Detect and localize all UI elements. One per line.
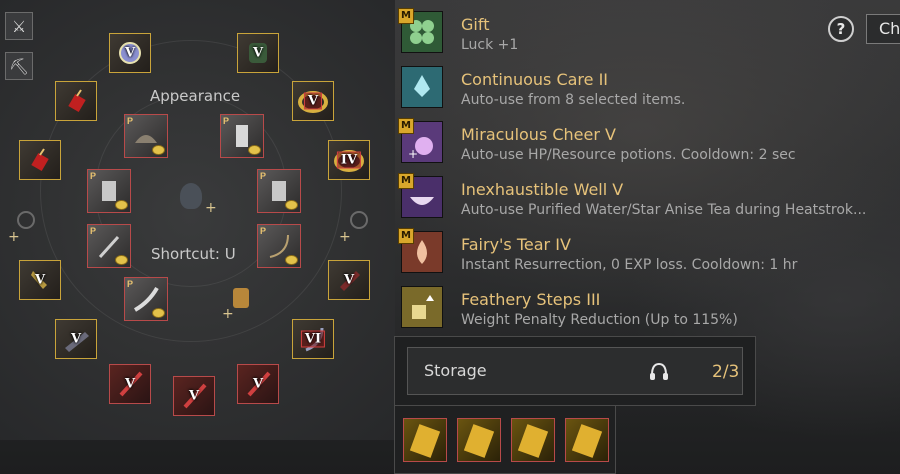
tier-label: V bbox=[124, 376, 136, 392]
m-badge: M bbox=[398, 228, 414, 244]
quick-slot-2[interactable] bbox=[457, 418, 501, 462]
tier-label: V bbox=[343, 272, 355, 288]
quick-slot-4[interactable] bbox=[565, 418, 609, 462]
backpack-icon[interactable] bbox=[233, 288, 249, 308]
slot-weapon-bottom-right[interactable]: V bbox=[237, 364, 279, 404]
buff-desc: Weight Penalty Reduction (Up to 115%) bbox=[461, 312, 738, 328]
appearance-label: Appearance bbox=[150, 87, 241, 105]
coin-icon bbox=[248, 145, 261, 155]
slot-earring-left[interactable] bbox=[55, 81, 97, 121]
character-silhouette-icon bbox=[180, 183, 202, 209]
slot-necklace-top[interactable]: V bbox=[109, 33, 151, 73]
coin-icon bbox=[152, 308, 165, 318]
inner-bow[interactable]: P bbox=[257, 224, 301, 268]
slot-bow-right[interactable]: VI bbox=[292, 319, 334, 359]
tier-label: IV bbox=[336, 151, 362, 169]
scroll-icon bbox=[409, 424, 441, 458]
buff-row-feathery-steps[interactable]: Feathery Steps III Weight Penalty Reduct… bbox=[393, 275, 900, 330]
buff-row-continuous-care[interactable]: Continuous Care II Auto-use from 8 selec… bbox=[393, 55, 900, 110]
tier-label: V bbox=[303, 92, 323, 110]
coin-icon bbox=[115, 255, 128, 265]
right-marker-icon: + bbox=[339, 229, 351, 245]
coin-icon bbox=[285, 255, 298, 265]
inner-hat[interactable]: P bbox=[124, 114, 168, 158]
buff-row-fairys-tear[interactable]: M Fairy's Tear IV Instant Resurrection, … bbox=[393, 220, 900, 275]
buff-title: Continuous Care II bbox=[461, 70, 609, 89]
crossed-swords-icon: ⚔ bbox=[11, 16, 27, 36]
left-socket-icon bbox=[17, 211, 35, 229]
tier-label: V bbox=[188, 388, 200, 404]
weight-icon bbox=[401, 286, 443, 328]
coin-icon bbox=[115, 200, 128, 210]
fairy-icon bbox=[401, 66, 443, 108]
headset-icon bbox=[650, 362, 668, 380]
buff-title: Fairy's Tear IV bbox=[461, 235, 571, 254]
slot-armor-top[interactable]: V bbox=[237, 33, 279, 73]
tier-label: V bbox=[252, 376, 264, 392]
buff-row-inexhaustible-well[interactable]: M Inexhaustible Well V Auto-use Purified… bbox=[393, 165, 900, 220]
center-marker-icon: + bbox=[205, 200, 217, 216]
inner-outfit-left[interactable]: P bbox=[87, 169, 131, 213]
slot-ring-right[interactable]: IV bbox=[328, 140, 370, 180]
buff-desc: Auto-use Purified Water/Star Anise Tea d… bbox=[461, 202, 867, 218]
buff-desc: Luck +1 bbox=[461, 37, 519, 53]
earring-icon bbox=[56, 82, 96, 120]
tier-label: V bbox=[70, 331, 82, 347]
right-socket-icon bbox=[350, 211, 368, 229]
tier-label: VI bbox=[300, 330, 326, 348]
buff-title: Feathery Steps III bbox=[461, 290, 601, 309]
storage-panel: Storage 2/3 bbox=[394, 336, 756, 406]
buff-title: Inexhaustible Well V bbox=[461, 180, 624, 199]
tier-label: V bbox=[34, 272, 46, 288]
quick-slot-1[interactable] bbox=[403, 418, 447, 462]
m-badge: M bbox=[398, 173, 414, 189]
tier-label: V bbox=[252, 45, 264, 61]
buff-title: Miraculous Cheer V bbox=[461, 125, 616, 144]
pickaxe-icon: ⛏ bbox=[8, 56, 30, 76]
m-badge: M bbox=[398, 118, 414, 134]
quick-slots-panel bbox=[394, 405, 616, 474]
left-marker-icon: + bbox=[8, 229, 20, 245]
buff-row-gift[interactable]: M Gift Luck +1 bbox=[393, 0, 900, 55]
storage-count: 2/3 bbox=[712, 362, 740, 382]
inner-outfit-top[interactable]: P bbox=[220, 114, 264, 158]
scroll-icon bbox=[517, 424, 549, 458]
swords-toggle-button[interactable]: ⚔ bbox=[5, 12, 33, 40]
m-badge: M bbox=[398, 8, 414, 24]
buff-desc: Auto-use from 8 selected items. bbox=[461, 92, 686, 108]
bottom-marker-icon: + bbox=[222, 306, 234, 322]
inner-blade[interactable]: P bbox=[124, 277, 168, 321]
scroll-icon bbox=[463, 424, 495, 458]
buff-list: M Gift Luck +1 Continuous Care II Auto-u… bbox=[393, 0, 900, 338]
buff-title: Gift bbox=[461, 15, 490, 34]
buff-desc: Instant Resurrection, 0 EXP loss. Cooldo… bbox=[461, 257, 798, 273]
tier-label: V bbox=[124, 45, 136, 61]
slot-bracelet-left[interactable]: V bbox=[55, 319, 97, 359]
slot-weapon-bottom[interactable]: V bbox=[173, 376, 215, 416]
inner-outfit-right[interactable]: P bbox=[257, 169, 301, 213]
coin-icon bbox=[152, 145, 165, 155]
slot-weapon-bottom-left[interactable]: V bbox=[109, 364, 151, 404]
storage-bar[interactable]: Storage 2/3 bbox=[407, 347, 743, 395]
help-button[interactable]: ? bbox=[828, 16, 854, 42]
slot-belt-left[interactable]: V bbox=[19, 260, 61, 300]
pickaxe-toggle-button[interactable]: ⛏ bbox=[5, 52, 33, 80]
scroll-icon bbox=[571, 424, 603, 458]
slot-ring-right-top[interactable]: V bbox=[292, 81, 334, 121]
coin-icon bbox=[285, 200, 298, 210]
slot-earring-left-2[interactable] bbox=[19, 140, 61, 180]
earring-icon bbox=[20, 141, 60, 179]
quick-slot-3[interactable] bbox=[511, 418, 555, 462]
slot-glove-right[interactable]: V bbox=[328, 260, 370, 300]
storage-label: Storage bbox=[424, 361, 487, 380]
buff-row-miraculous-cheer[interactable]: M + Miraculous Cheer V Auto-use HP/Resou… bbox=[393, 110, 900, 165]
ch-button[interactable]: Ch bbox=[866, 14, 900, 44]
equipment-ring-panel: ⚔ ⛏ Appearance Shortcut: U + + + + V V V… bbox=[0, 0, 395, 440]
svg-text:+: + bbox=[408, 147, 418, 161]
shortcut-label: Shortcut: U bbox=[151, 245, 236, 263]
buff-desc: Auto-use HP/Resource potions. Cooldown: … bbox=[461, 147, 796, 163]
inner-dagger[interactable]: P bbox=[87, 224, 131, 268]
